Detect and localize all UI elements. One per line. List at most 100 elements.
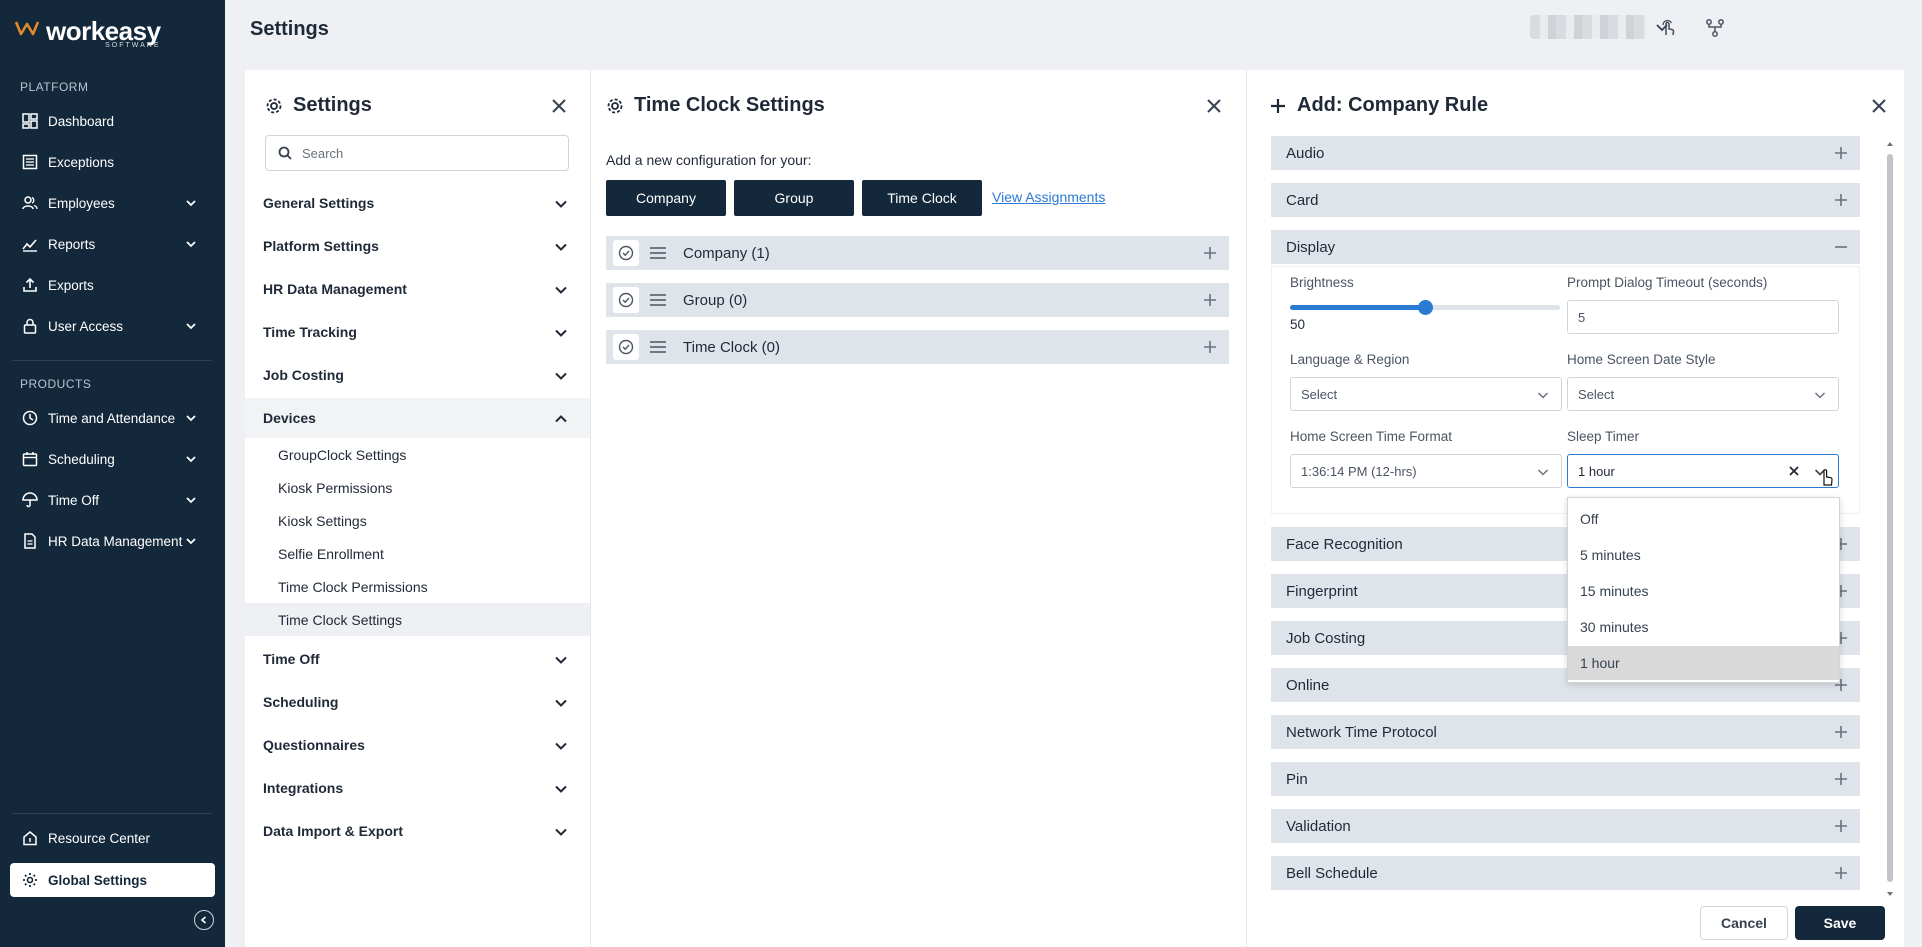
- section-audio[interactable]: Audio: [1271, 136, 1860, 170]
- scroll-thumb[interactable]: [1887, 154, 1893, 882]
- lock-icon: [23, 318, 37, 334]
- settings-integrations[interactable]: Integrations: [245, 768, 590, 808]
- nav-reports[interactable]: Reports: [10, 227, 215, 261]
- nav-exports[interactable]: Exports: [10, 268, 215, 302]
- config-check[interactable]: [613, 240, 639, 266]
- dashboard-icon: [22, 113, 38, 129]
- close-icon[interactable]: [1204, 96, 1224, 116]
- nav-exceptions[interactable]: Exceptions: [10, 145, 215, 179]
- settings-scheduling[interactable]: Scheduling: [245, 682, 590, 722]
- sleep-option-off[interactable]: Off: [1568, 502, 1839, 536]
- nav-dashboard[interactable]: Dashboard: [10, 104, 215, 138]
- devices-time-clock-permissions[interactable]: Time Clock Permissions: [245, 570, 590, 603]
- devices-selfie-enrollment[interactable]: Selfie Enrollment: [245, 537, 590, 570]
- nav-time-attendance[interactable]: Time and Attendance: [10, 401, 215, 435]
- section-display[interactable]: Display: [1271, 230, 1860, 264]
- crown-icon: [14, 21, 40, 36]
- section-card[interactable]: Card: [1271, 183, 1860, 217]
- check-circle-icon: [618, 292, 634, 308]
- settings-questionnaires[interactable]: Questionnaires: [245, 725, 590, 765]
- settings-general[interactable]: General Settings: [245, 183, 590, 223]
- plus-icon[interactable]: [1203, 246, 1217, 260]
- date-style-select[interactable]: Select: [1567, 377, 1839, 411]
- gear-icon: [266, 98, 282, 113]
- time-format-value: 1:36:14 PM (12-hrs): [1301, 463, 1417, 479]
- nav-user-access[interactable]: User Access: [10, 309, 215, 343]
- section-validation[interactable]: Validation: [1271, 809, 1860, 843]
- view-assignments-link[interactable]: View Assignments: [992, 189, 1105, 205]
- nav-exceptions-label: Exceptions: [48, 154, 115, 170]
- settings-general-label: General Settings: [263, 195, 375, 211]
- chevron-down-icon: [555, 372, 567, 380]
- sleep-option-15-minutes[interactable]: 15 minutes: [1568, 574, 1839, 608]
- config-check[interactable]: [613, 287, 639, 313]
- settings-data-import-export[interactable]: Data Import & Export: [245, 811, 590, 851]
- clear-icon[interactable]: [1788, 465, 1800, 477]
- chevron-down-icon: [555, 286, 567, 294]
- config-row-group[interactable]: Group (0): [606, 283, 1229, 317]
- devices-time-clock-settings[interactable]: Time Clock Settings: [245, 603, 590, 636]
- language-region-select[interactable]: Select: [1290, 377, 1562, 411]
- sleep-option-30-minutes[interactable]: 30 minutes: [1568, 610, 1839, 644]
- plus-icon[interactable]: [1203, 293, 1217, 307]
- company-config-button[interactable]: Company: [606, 180, 726, 216]
- collapse-nav-button[interactable]: [194, 910, 214, 930]
- settings-platform[interactable]: Platform Settings: [245, 226, 590, 266]
- config-check[interactable]: [613, 334, 639, 360]
- settings-data-import-export-label: Data Import & Export: [263, 823, 404, 839]
- drag-handle-icon[interactable]: [649, 246, 667, 260]
- settings-time-tracking[interactable]: Time Tracking: [245, 312, 590, 352]
- settings-time-off[interactable]: Time Off: [245, 639, 590, 679]
- devices-kiosk-permissions[interactable]: Kiosk Permissions: [245, 471, 590, 504]
- settings-integrations-label: Integrations: [263, 780, 344, 796]
- sleep-timer-select[interactable]: 1 hour: [1567, 454, 1839, 488]
- prompt-timeout-label: Prompt Dialog Timeout (seconds): [1567, 275, 1768, 290]
- user-avatar[interactable]: [1530, 15, 1646, 39]
- sleep-option-1-hour[interactable]: 1 hour: [1568, 646, 1839, 680]
- close-icon[interactable]: [1869, 96, 1889, 116]
- settings-devices[interactable]: Devices: [245, 398, 590, 438]
- group-config-button[interactable]: Group: [734, 180, 854, 216]
- nav-global-settings[interactable]: Global Settings: [10, 863, 215, 897]
- close-icon[interactable]: [549, 96, 569, 116]
- plus-icon[interactable]: [1203, 340, 1217, 354]
- search-input[interactable]: [302, 145, 562, 161]
- sleep-option-5-minutes[interactable]: 5 minutes: [1568, 538, 1839, 572]
- settings-panel: Settings General Settings Platform Setti…: [245, 70, 590, 947]
- section-bell-schedule[interactable]: Bell Schedule: [1271, 856, 1860, 890]
- prompt-timeout-input[interactable]: 5: [1567, 300, 1839, 334]
- platform-section-label: PLATFORM: [20, 80, 89, 94]
- config-row-time-clock[interactable]: Time Clock (0): [606, 330, 1229, 364]
- brand-logo[interactable]: workeasy SOFTWARE: [14, 18, 161, 49]
- chevron-down-icon: [186, 241, 196, 248]
- drag-handle-icon[interactable]: [649, 293, 667, 307]
- config-row-company[interactable]: Company (1): [606, 236, 1229, 270]
- plus-icon: [1271, 98, 1285, 113]
- nav-scheduling[interactable]: Scheduling: [10, 442, 215, 476]
- rule-panel-scrollbar[interactable]: [1885, 140, 1895, 900]
- nav-time-off[interactable]: Time Off: [10, 483, 215, 517]
- section-pin[interactable]: Pin: [1271, 762, 1860, 796]
- nav-hr-data[interactable]: HR Data Management: [10, 524, 215, 558]
- nav-reports-label: Reports: [48, 236, 96, 252]
- section-network-time-protocol[interactable]: Network Time Protocol: [1271, 715, 1860, 749]
- scroll-up-icon[interactable]: [1885, 140, 1895, 148]
- nav-employees[interactable]: Employees: [10, 186, 215, 220]
- cancel-button[interactable]: Cancel: [1700, 906, 1788, 940]
- hierarchy-icon[interactable]: [1705, 18, 1725, 38]
- scroll-down-icon[interactable]: [1885, 890, 1895, 898]
- language-region-value: Select: [1301, 386, 1338, 402]
- brightness-slider[interactable]: [1290, 300, 1560, 315]
- drag-handle-icon[interactable]: [649, 340, 667, 354]
- chevron-left-icon: [200, 916, 207, 924]
- brightness-slider-thumb[interactable]: [1418, 300, 1433, 315]
- nav-resource-center[interactable]: Resource Center: [10, 821, 215, 855]
- chevron-down-icon[interactable]: [1655, 20, 1669, 34]
- settings-job-costing[interactable]: Job Costing: [245, 355, 590, 395]
- time-clock-config-button[interactable]: Time Clock: [862, 180, 982, 216]
- time-format-select[interactable]: 1:36:14 PM (12-hrs): [1290, 454, 1562, 488]
- devices-groupclock-settings[interactable]: GroupClock Settings: [245, 438, 590, 471]
- devices-kiosk-settings[interactable]: Kiosk Settings: [245, 504, 590, 537]
- save-button[interactable]: Save: [1795, 906, 1885, 940]
- settings-hr-data[interactable]: HR Data Management: [245, 269, 590, 309]
